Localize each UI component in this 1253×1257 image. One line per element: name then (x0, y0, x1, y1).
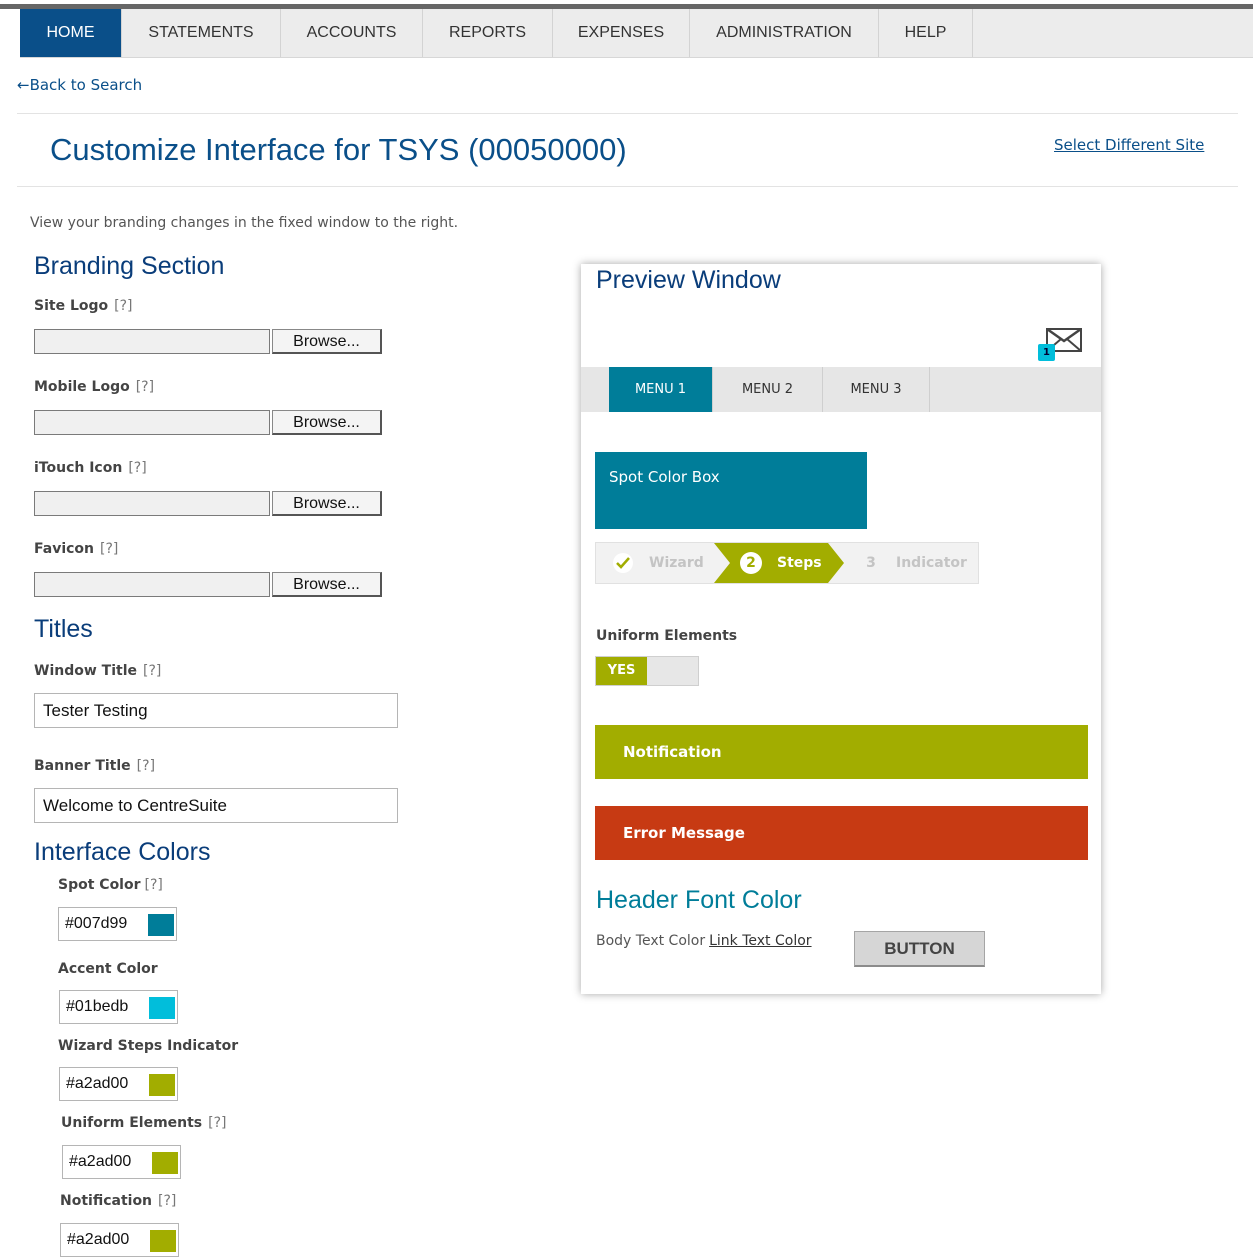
back-to-search-link[interactable]: ←Back to Search (17, 76, 142, 94)
preview-link-text[interactable]: Link Text Color (709, 933, 811, 949)
nav-tab-help[interactable]: HELP (879, 9, 973, 57)
spot-color-box: Spot Color Box (595, 452, 867, 529)
window-title-input[interactable]: Tester Testing (34, 693, 398, 728)
mobile-logo-browse-button[interactable]: Browse... (272, 410, 382, 435)
site-logo-file-input[interactable] (34, 329, 270, 354)
notification-text: Notification (623, 743, 722, 761)
interface-colors-heading: Interface Colors (34, 838, 211, 866)
wizard-step-3: Indicator (896, 555, 967, 571)
spot-color-swatch[interactable] (148, 914, 174, 936)
page-title: Customize Interface for TSYS (00050000) (50, 132, 627, 167)
uniform-elements-swatch[interactable] (152, 1152, 178, 1174)
main-nav: HOME STATEMENTS ACCOUNTS REPORTS EXPENSE… (20, 9, 1253, 58)
banner-title-input[interactable]: Welcome to CentreSuite (34, 788, 398, 823)
branding-section-heading: Branding Section (34, 252, 225, 280)
site-logo-browse-button[interactable]: Browse... (272, 329, 382, 354)
wizard-step-1: Wizard (649, 555, 704, 571)
banner-title-label: Banner Title [?] (34, 758, 156, 774)
mobile-logo-label: Mobile Logo [?] (34, 379, 155, 395)
preview-yes-toggle[interactable]: YES (595, 656, 699, 686)
preview-header-font: Header Font Color (596, 886, 802, 914)
wizard-step-2: Steps (777, 555, 822, 571)
select-different-site-link[interactable]: Select Different Site (1054, 136, 1204, 154)
nav-tab-administration[interactable]: ADMINISTRATION (690, 9, 879, 57)
wizard-steps-color-input[interactable]: #a2ad00 (59, 1067, 178, 1101)
preview-title: Preview Window (596, 266, 781, 294)
uniform-elements-color-input[interactable]: #a2ad00 (62, 1145, 181, 1179)
site-logo-label: Site Logo [?] (34, 298, 133, 314)
favicon-file-input[interactable] (34, 572, 270, 597)
check-icon (608, 553, 628, 573)
wizard-steps-swatch[interactable] (149, 1074, 175, 1096)
accent-color-swatch[interactable] (149, 997, 175, 1019)
nav-tab-statements[interactable]: STATEMENTS (122, 9, 281, 57)
preview-menu-3[interactable]: MENU 3 (823, 367, 930, 412)
favicon-browse-button[interactable]: Browse... (272, 572, 382, 597)
help-link[interactable]: [?] (114, 298, 132, 314)
help-link[interactable]: [?] (145, 877, 163, 893)
help-link[interactable]: [?] (136, 379, 154, 395)
accent-color-label: Accent Color (58, 961, 158, 977)
help-link[interactable]: [?] (137, 758, 155, 774)
preview-menu-1[interactable]: MENU 1 (609, 367, 713, 412)
wizard-steps-label: Wizard Steps Indicator (58, 1038, 239, 1054)
preview-uniform-elements-label: Uniform Elements (596, 628, 738, 644)
notification-label: Notification [?] (60, 1193, 177, 1209)
mobile-logo-file-input[interactable] (34, 410, 270, 435)
itouch-icon-label: iTouch Icon [?] (34, 460, 147, 476)
divider (17, 113, 1238, 114)
spot-color-box-label: Spot Color Box (609, 468, 720, 486)
notification-swatch[interactable] (150, 1230, 176, 1252)
error-message-text: Error Message (623, 824, 745, 842)
wizard-step-2-number: 2 (746, 555, 756, 571)
help-link[interactable]: [?] (100, 541, 118, 557)
help-link[interactable]: [?] (208, 1115, 226, 1131)
spot-color-input[interactable]: #007d99 (58, 907, 177, 941)
favicon-label: Favicon [?] (34, 541, 119, 557)
wizard-steps-indicator: Wizard 2 Steps 3 Indicator (595, 542, 979, 584)
itouch-icon-browse-button[interactable]: Browse... (272, 491, 382, 516)
window-title-label: Window Title [?] (34, 663, 162, 679)
preview-window: Preview Window 1 MENU 1 MENU 2 MENU 3 Sp… (581, 264, 1101, 994)
wizard-step-3-number: 3 (866, 555, 876, 571)
accent-color-input[interactable]: #01bedb (59, 990, 178, 1024)
preview-notification-bar: Notification (595, 725, 1088, 779)
notification-color-input[interactable]: #a2ad00 (60, 1223, 179, 1257)
nav-tab-home[interactable]: HOME (20, 9, 122, 57)
divider (17, 186, 1238, 187)
nav-tab-expenses[interactable]: EXPENSES (553, 9, 690, 57)
help-link[interactable]: [?] (143, 663, 161, 679)
uniform-elements-label: Uniform Elements [?] (61, 1115, 227, 1131)
nav-tab-accounts[interactable]: ACCOUNTS (281, 9, 423, 57)
help-link[interactable]: [?] (158, 1193, 176, 1209)
preview-error-bar: Error Message (595, 806, 1088, 860)
preview-menu-bar: MENU 1 MENU 2 MENU 3 (581, 367, 1101, 412)
help-link[interactable]: [?] (128, 460, 146, 476)
spot-color-label: Spot Color [?] (58, 877, 163, 893)
titles-heading: Titles (34, 615, 93, 643)
preview-menu-2[interactable]: MENU 2 (713, 367, 823, 412)
intro-text: View your branding changes in the fixed … (30, 215, 459, 231)
preview-button[interactable]: BUTTON (854, 931, 985, 967)
toggle-yes-label: YES (596, 657, 647, 685)
itouch-icon-file-input[interactable] (34, 491, 270, 516)
nav-tab-reports[interactable]: REPORTS (423, 9, 553, 57)
preview-body-text: Body Text Color Link Text Color (596, 933, 812, 949)
notification-count-badge: 1 (1038, 344, 1055, 361)
